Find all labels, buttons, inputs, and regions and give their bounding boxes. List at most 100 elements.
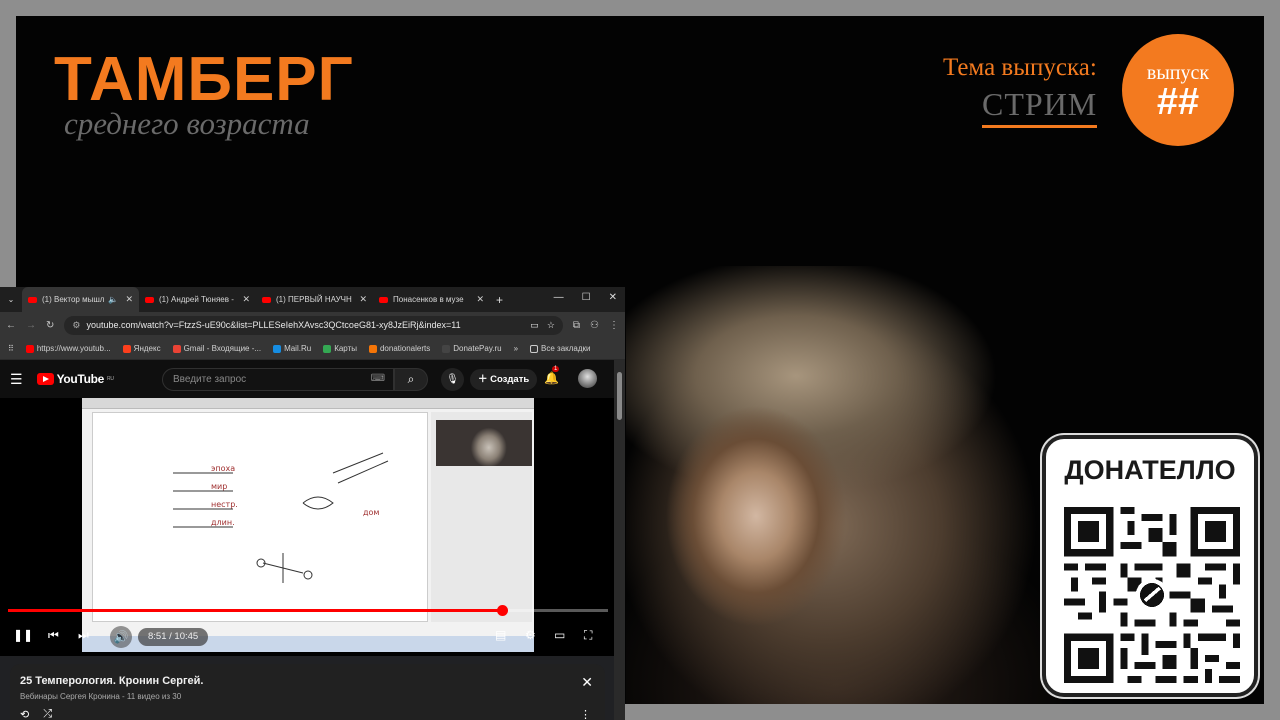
svg-text:дом: дом <box>363 508 379 517</box>
avatar[interactable] <box>578 369 597 388</box>
forward-icon[interactable]: → <box>26 320 36 331</box>
tab-close-icon[interactable]: ✕ <box>125 294 133 305</box>
bookmark-star-icon[interactable]: ☆ <box>547 320 555 331</box>
bookmark-label: Gmail - Входящие -... <box>183 344 262 353</box>
keyboard-icon[interactable]: ⌨ <box>371 373 385 384</box>
browser-window[interactable]: ⌄ (1) Вектор мышл 🔈 ✕ (1) Андрей Тюняев … <box>0 287 625 720</box>
video-title[interactable]: 25 Темперология. Кронин Сергей. <box>20 675 204 687</box>
more-options-icon[interactable]: ⋮ <box>580 708 591 720</box>
topic-label: Тема выпуска: <box>943 54 1097 81</box>
hamburger-menu-icon[interactable]: ☰ <box>10 371 23 388</box>
bookmarks-bar: ⠿ https://www.youtub... Яндекс Gmail - В… <box>0 338 625 360</box>
minimize-button[interactable]: — <box>554 292 564 303</box>
notifications-button[interactable]: 🔔 1 <box>544 366 560 385</box>
bookmark-label: Яндекс <box>133 344 161 353</box>
settings-icon[interactable]: ⚙ <box>525 628 536 642</box>
extensions-icon[interactable]: ⧉ <box>573 320 580 331</box>
fullscreen-icon[interactable]: ⛶ <box>584 628 592 643</box>
subtitles-icon[interactable]: ▤ <box>495 628 506 642</box>
donate-title: ДОНАТЕЛЛО <box>1064 455 1236 485</box>
search-icon: ⌕ <box>407 372 415 386</box>
tab-tyunyaev[interactable]: (1) Андрей Тюняев - ✕ <box>139 287 256 312</box>
previous-icon[interactable]: ⏮ <box>48 628 59 643</box>
progress-bar[interactable] <box>8 605 608 616</box>
bookmark-mailru[interactable]: Mail.Ru <box>273 344 311 353</box>
bookmark-yandex[interactable]: Яндекс <box>122 344 161 353</box>
install-icon[interactable]: ▭ <box>524 320 539 331</box>
volume-icon[interactable]: 🔊 <box>110 626 132 648</box>
video-app-toolbar <box>82 398 534 409</box>
voice-search-button[interactable]: 🎙 <box>441 368 464 391</box>
show-logo-title: ТАМБЕРГ <box>54 45 354 114</box>
nav-bar: ← → ↻ ⚙ youtube.com/watch?v=FtzzS-uE90c&… <box>0 312 625 338</box>
search-input[interactable]: Введите запрос ⌨ <box>162 368 394 391</box>
playlist-meta[interactable]: Вебинары Сергея Кронина - 11 видео из 30 <box>20 692 181 701</box>
shuffle-icon[interactable]: ⤮ <box>43 708 52 720</box>
bookmark-label: Mail.Ru <box>284 344 312 353</box>
address-bar[interactable]: ⚙ youtube.com/watch?v=FtzzS-uE90c&list=P… <box>64 315 563 335</box>
maximize-button[interactable]: ☐ <box>582 292 591 303</box>
new-tab-button[interactable]: + <box>496 293 503 307</box>
bookmark-favicon-icon <box>172 344 181 353</box>
svg-text:эпоха: эпоха <box>211 464 235 473</box>
repeat-icon[interactable]: ⟲ <box>20 708 29 720</box>
bookmark-label: https://www.youtub... <box>36 344 111 353</box>
url-text: youtube.com/watch?v=FtzzS-uE90c&list=PLL… <box>86 320 461 330</box>
next-icon[interactable]: ⏭ <box>78 628 89 643</box>
youtube-logo[interactable]: YouTube RU <box>36 372 114 386</box>
issue-badge: выпуск ## <box>1122 34 1234 146</box>
tab-ponasenkov[interactable]: Понасенков в музе ✕ <box>373 287 490 312</box>
youtube-header: ☰ YouTube RU Введите запрос ⌨ ⌕ 🎙 ＋ Созд… <box>0 360 625 398</box>
tab-label: Понасенков в музе <box>393 295 464 304</box>
close-window-button[interactable]: ✕ <box>609 292 617 303</box>
scrollbar-thumb[interactable] <box>617 372 622 420</box>
bookmark-maps[interactable]: Карты <box>323 344 357 353</box>
tab-vector[interactable]: (1) Вектор мышл 🔈 ✕ <box>22 287 139 312</box>
youtube-region: RU <box>107 376 114 382</box>
all-bookmarks[interactable]: Все закладки <box>530 344 591 353</box>
bookmark-favicon-icon <box>122 344 131 353</box>
back-icon[interactable]: ← <box>6 320 16 331</box>
progress-fill <box>8 609 502 612</box>
search-button[interactable]: ⌕ <box>394 368 428 391</box>
menu-icon[interactable]: ⋮ <box>609 320 619 331</box>
tab-search-icon[interactable]: ⌄ <box>0 295 22 304</box>
bookmarks-more-icon[interactable]: » <box>514 344 518 353</box>
speaker-icon[interactable]: 🔈 <box>108 295 118 304</box>
youtube-favicon-icon <box>379 296 388 303</box>
tab-close-icon[interactable]: ✕ <box>359 294 367 305</box>
bookmark-gmail[interactable]: Gmail - Входящие -... <box>172 344 262 353</box>
svg-text:мир: мир <box>211 482 227 491</box>
tab-close-icon[interactable]: ✕ <box>476 294 484 305</box>
site-info-icon[interactable]: ⚙ <box>72 320 80 331</box>
tab-close-icon[interactable]: ✕ <box>242 294 250 305</box>
bookmark-donationalerts[interactable]: donationalerts <box>368 344 430 353</box>
bookmark-donatepay[interactable]: DonatePay.ru <box>442 344 502 353</box>
bookmark-label: Карты <box>334 344 357 353</box>
tab-label: (1) ПЕРВЫЙ НАУЧН <box>276 295 352 304</box>
playlist-actions: ⟲ ⤮ <box>20 708 52 720</box>
playlist-panel: 25 Темперология. Кронин Сергей. Вебинары… <box>10 664 605 720</box>
tab-first-science[interactable]: (1) ПЕРВЫЙ НАУЧН ✕ <box>256 287 373 312</box>
show-logo-subtitle: среднего возраста <box>64 106 310 141</box>
profile-icon[interactable]: ⚇ <box>590 320 599 331</box>
apps-icon[interactable]: ⠿ <box>8 344 14 353</box>
progress-handle[interactable] <box>496 605 508 616</box>
video-player[interactable]: эпоха мир нестр. длин. дом ❚❚ ⏮ ⏭ 🔊 8:51 / <box>0 398 614 656</box>
reload-icon[interactable]: ↻ <box>46 320 54 331</box>
youtube-favicon-icon <box>145 296 154 303</box>
scrollbar[interactable] <box>614 360 625 720</box>
time-display: 8:51 / 10:45 <box>138 628 209 646</box>
close-playlist-icon[interactable]: ✕ <box>581 674 593 691</box>
donate-card: ДОНАТЕЛЛО <box>1042 435 1258 697</box>
donate-qr-code <box>1064 507 1240 683</box>
player-controls: ❚❚ ⏮ ⏭ 🔊 8:51 / 10:45 ▤ ⚙ ▭ ⛶ <box>0 623 614 649</box>
bookmark-youtube[interactable]: https://www.youtub... <box>25 344 111 353</box>
svg-text:длин.: длин. <box>211 518 235 527</box>
bookmark-favicon-icon <box>442 344 451 353</box>
all-bookmarks-label: Все закладки <box>541 344 591 353</box>
tab-label: (1) Андрей Тюняев - <box>159 295 234 304</box>
create-button[interactable]: ＋ Создать <box>470 369 538 390</box>
miniplayer-icon[interactable]: ▭ <box>554 628 565 642</box>
pause-icon[interactable]: ❚❚ <box>13 628 33 642</box>
